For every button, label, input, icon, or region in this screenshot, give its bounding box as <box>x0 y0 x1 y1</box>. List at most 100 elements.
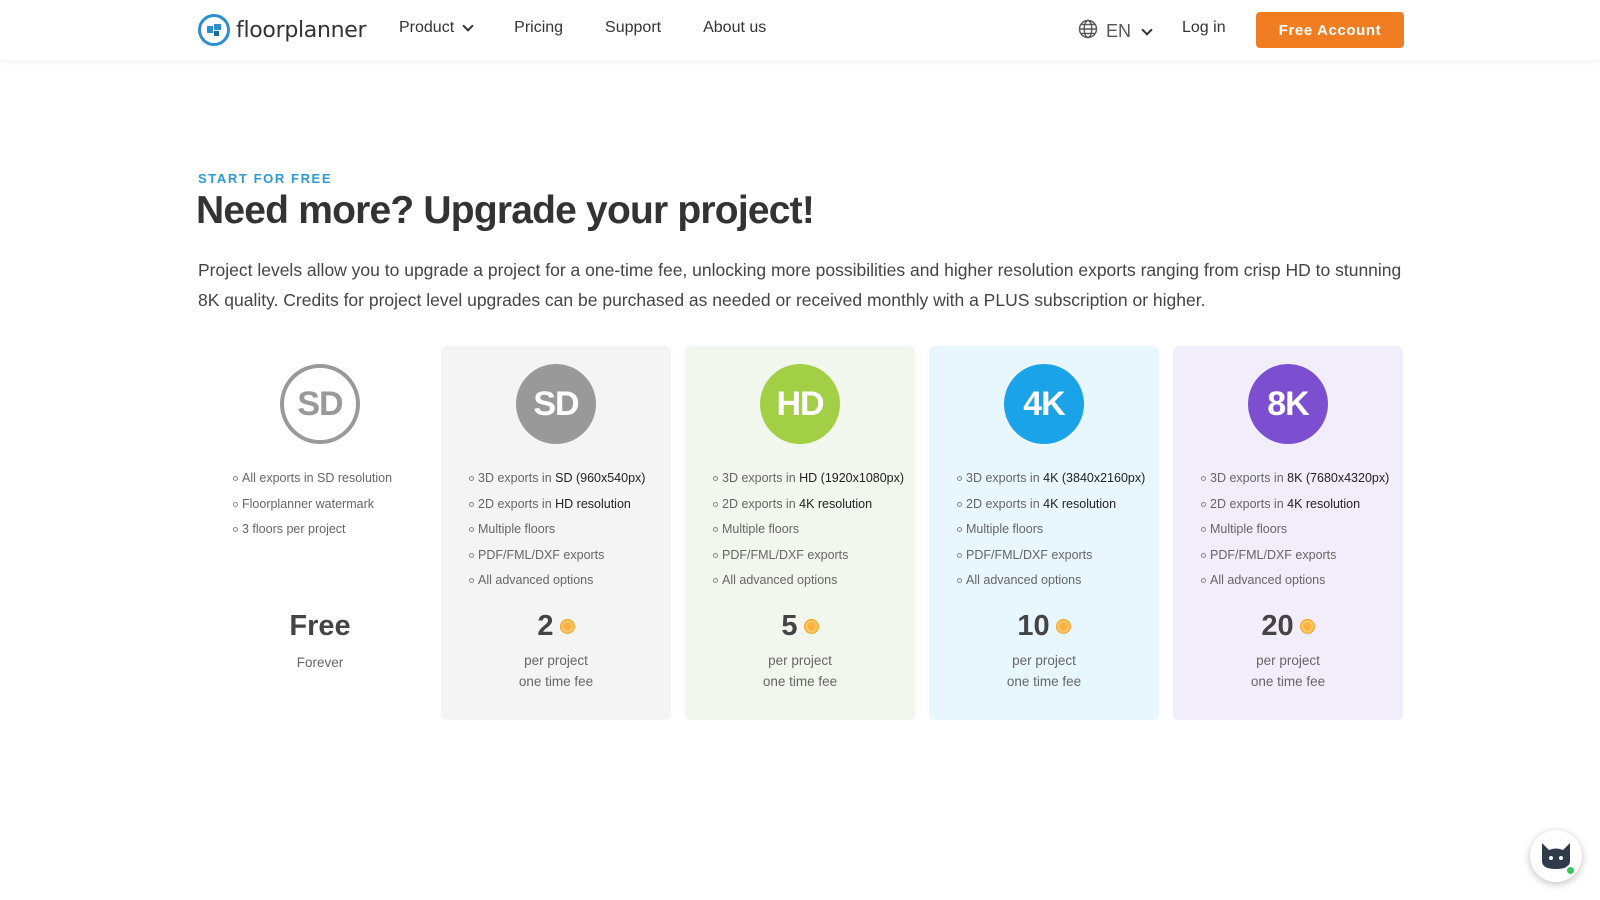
feature-item: 3D exports in 8K (7680x4320px) <box>1201 466 1389 492</box>
tier-price-note: one time fee <box>1250 674 1326 689</box>
tier-price: 10 <box>929 610 1159 643</box>
bullet-icon <box>1201 552 1206 558</box>
feature-item: PDF/FML/DXF exports <box>713 543 904 569</box>
tier-price: 2 <box>441 610 671 643</box>
nav-about[interactable]: About us <box>703 19 766 37</box>
floorplanner-logo[interactable]: floorplanner <box>198 14 367 46</box>
feature-item: 2D exports in 4K resolution <box>957 492 1145 518</box>
feature-list: 3D exports in 8K (7680x4320px) 2D export… <box>1201 466 1389 594</box>
4k-badge-icon: 4K <box>1004 364 1084 444</box>
bullet-icon <box>957 552 962 558</box>
feature-item: PDF/FML/DXF exports <box>469 543 645 569</box>
bullet-icon <box>957 476 962 482</box>
tier-price: 5 <box>685 610 915 643</box>
nav-pricing[interactable]: Pricing <box>514 19 563 37</box>
language-label: EN <box>1106 21 1132 41</box>
tier-card-8k: 8K 3D exports in 8K (7680x4320px) 2D exp… <box>1173 346 1403 720</box>
nav-support[interactable]: Support <box>605 19 661 37</box>
bullet-icon <box>713 527 718 533</box>
tier-price-note: per project <box>1256 653 1320 668</box>
tier-card-hd: HD 3D exports in HD (1920x1080px) 2D exp… <box>685 346 915 720</box>
sd-badge-icon: SD <box>280 364 360 444</box>
tier-price-note: per project <box>1012 653 1076 668</box>
login-link[interactable]: Log in <box>1182 19 1226 37</box>
tier-card-free: SD All exports in SD resolution Floorpla… <box>205 346 435 720</box>
site-header: floorplanner Product Pricing Support Abo… <box>0 0 1600 60</box>
tier-price-note: one time fee <box>1006 674 1082 689</box>
bullet-icon <box>469 527 474 533</box>
bullet-icon <box>233 476 238 482</box>
section-description: Project levels allow you to upgrade a pr… <box>198 260 1402 310</box>
credit-coin-icon <box>559 619 575 634</box>
tier-price: 20 <box>1173 610 1403 643</box>
logo-icon <box>198 14 230 46</box>
feature-item: Multiple floors <box>1201 517 1389 543</box>
feature-item: 2D exports in HD resolution <box>469 492 645 518</box>
bullet-icon <box>233 527 238 533</box>
feature-item: Floorplanner watermark <box>233 492 392 518</box>
nav-pricing-label: Pricing <box>514 19 564 36</box>
logo-text: floorplanner <box>236 17 367 43</box>
feature-item: All exports in SD resolution <box>233 466 392 492</box>
tier-price-note: one time fee <box>518 674 594 689</box>
chevron-down-icon <box>462 20 474 32</box>
tier-card-sd: SD 3D exports in SD (960x540px) 2D expor… <box>441 346 671 720</box>
tier-price-note: per project <box>524 653 588 668</box>
credit-coin-icon <box>1299 619 1315 634</box>
hd-badge-icon: HD <box>760 364 840 444</box>
tier-card-4k: 4K 3D exports in 4K (3840x2160px) 2D exp… <box>929 346 1159 720</box>
tier-price-note: Forever <box>296 655 344 670</box>
nav-support-label: Support <box>605 19 662 36</box>
feature-item: PDF/FML/DXF exports <box>957 543 1145 569</box>
feature-item: 2D exports in 4K resolution <box>1201 492 1389 518</box>
tier-price-note: one time fee <box>762 674 838 689</box>
feature-item: All advanced options <box>469 568 645 594</box>
feature-item: 3D exports in SD (960x540px) <box>469 466 645 492</box>
credit-coin-icon <box>803 619 819 634</box>
bullet-icon <box>713 501 718 507</box>
chevron-down-icon <box>1141 23 1153 36</box>
feature-item: All advanced options <box>1201 568 1389 594</box>
free-account-button[interactable]: Free Account <box>1256 12 1404 48</box>
feature-item: All advanced options <box>957 568 1145 594</box>
bullet-icon <box>469 476 474 482</box>
feature-item: 3D exports in 4K (3840x2160px) <box>957 466 1145 492</box>
bullet-icon <box>713 578 718 584</box>
bullet-icon <box>233 501 238 507</box>
nav-product-label: Product <box>399 19 455 36</box>
bullet-icon <box>957 527 962 533</box>
nav-about-label: About us <box>703 19 767 36</box>
feature-list: All exports in SD resolution Floorplanne… <box>233 466 392 543</box>
online-status-dot <box>1565 865 1576 876</box>
bullet-icon <box>469 501 474 507</box>
feature-item: Multiple floors <box>957 517 1145 543</box>
bullet-icon <box>469 552 474 558</box>
feature-list: 3D exports in SD (960x540px) 2D exports … <box>469 466 645 594</box>
bullet-icon <box>1201 476 1206 482</box>
bullet-icon <box>713 476 718 482</box>
bullet-icon <box>713 552 718 558</box>
feature-item: PDF/FML/DXF exports <box>1201 543 1389 569</box>
feature-item: Multiple floors <box>713 517 904 543</box>
feature-item: Multiple floors <box>469 517 645 543</box>
8k-badge-icon: 8K <box>1248 364 1328 444</box>
credit-coin-icon <box>1055 619 1071 634</box>
bullet-icon <box>957 501 962 507</box>
bullet-icon <box>1201 527 1206 533</box>
bullet-icon <box>1201 501 1206 507</box>
globe-icon <box>1078 19 1098 44</box>
feature-item: 3 floors per project <box>233 517 392 543</box>
sd-badge-icon: SD <box>516 364 596 444</box>
main-nav: Product Pricing Support About us <box>399 19 808 37</box>
bullet-icon <box>469 578 474 584</box>
feature-item: 2D exports in 4K resolution <box>713 492 904 518</box>
bullet-icon <box>957 578 962 584</box>
nav-product[interactable]: Product <box>399 19 474 37</box>
bullet-icon <box>1201 578 1206 584</box>
feature-item: All advanced options <box>713 568 904 594</box>
language-selector[interactable]: EN <box>1078 19 1153 44</box>
chat-widget-button[interactable] <box>1530 830 1582 882</box>
tier-price: Free <box>289 610 351 642</box>
feature-item: 3D exports in HD (1920x1080px) <box>713 466 904 492</box>
feature-list: 3D exports in HD (1920x1080px) 2D export… <box>713 466 904 594</box>
